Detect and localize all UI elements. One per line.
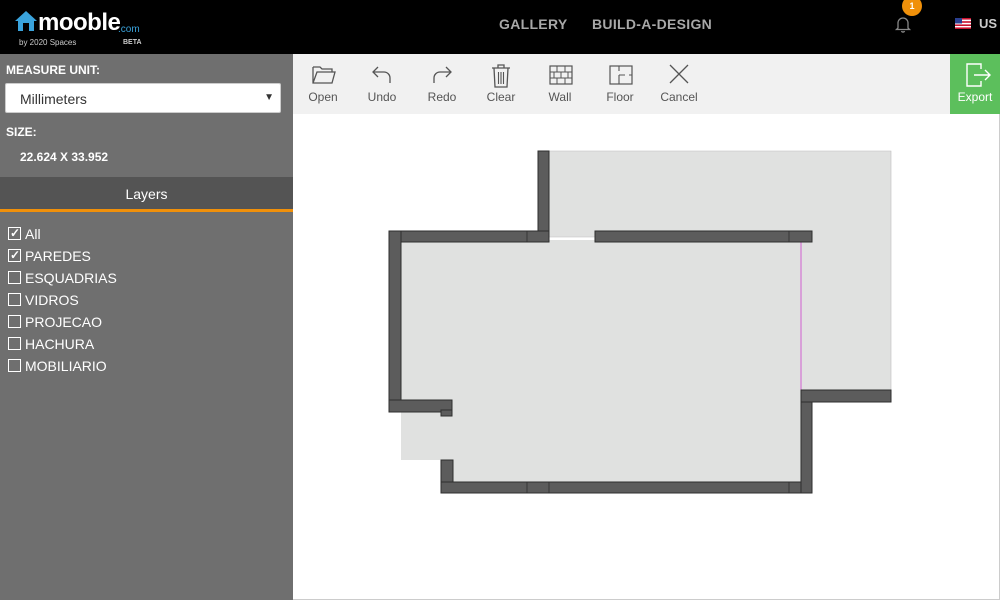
layer-label: HACHURA bbox=[25, 336, 95, 352]
measure-unit-label: MEASURE UNIT: bbox=[6, 63, 101, 77]
floor-label: Floor bbox=[606, 90, 634, 104]
layer-label: VIDROS bbox=[25, 292, 79, 308]
wall-segment bbox=[388, 230, 550, 243]
folder-open-icon bbox=[312, 66, 336, 84]
mooble-logo[interactable]: mooble .com by 2020 Spaces BETA bbox=[14, 9, 154, 50]
logo-word: mooble bbox=[38, 9, 121, 36]
wall-segment bbox=[440, 481, 813, 494]
layer-label: ESQUADRIAS bbox=[25, 270, 117, 286]
size-label: SIZE: bbox=[6, 125, 37, 139]
layer-label: All bbox=[25, 226, 41, 242]
size-value: 22.624 X 33.952 bbox=[20, 150, 109, 164]
chevron-down-icon: ▼ bbox=[264, 92, 274, 103]
floor-regions bbox=[401, 150, 892, 483]
layers-header: Layers bbox=[0, 177, 293, 212]
wall-segment bbox=[800, 389, 892, 403]
nav-build-a-design-link[interactable]: BUILD-A-DESIGN bbox=[592, 16, 712, 32]
undo-icon bbox=[372, 66, 391, 83]
layer-label: PAREDES bbox=[25, 248, 91, 264]
undo-label: Undo bbox=[367, 90, 397, 104]
redo-icon bbox=[433, 66, 452, 83]
measure-unit-value: Millimeters bbox=[20, 91, 87, 107]
toolbar: Open Undo Redo Clear Wall Floor Cancel bbox=[293, 54, 1000, 114]
cancel-label: Cancel bbox=[660, 90, 698, 104]
open-button[interactable]: Open bbox=[295, 54, 351, 114]
wall-segment bbox=[800, 401, 813, 494]
nav-gallery-link[interactable]: GALLERY bbox=[499, 16, 567, 32]
layer-label: PROJECAO bbox=[25, 314, 103, 330]
open-label: Open bbox=[308, 90, 338, 104]
redo-button[interactable]: Redo bbox=[414, 54, 470, 114]
sidebar: MEASURE UNIT: Millimeters ▼ SIZE: 22.624… bbox=[0, 54, 293, 600]
export-icon bbox=[966, 63, 991, 87]
house-logo-icon bbox=[15, 11, 37, 31]
wall-label: Wall bbox=[548, 90, 572, 104]
drawing-canvas[interactable] bbox=[293, 114, 1000, 600]
wall-button[interactable]: Wall bbox=[532, 54, 588, 114]
beta-label: BETA bbox=[123, 39, 142, 46]
us-flag-icon bbox=[955, 18, 971, 29]
measure-unit-select[interactable]: Millimeters ▼ bbox=[5, 83, 281, 113]
cancel-button[interactable]: Cancel bbox=[651, 54, 707, 114]
checkbox[interactable]: ✓ bbox=[8, 226, 21, 240]
floor-region-lower bbox=[441, 412, 801, 482]
checkbox[interactable] bbox=[8, 359, 21, 372]
floor-button[interactable]: Floor bbox=[592, 54, 648, 114]
redo-label: Redo bbox=[427, 90, 457, 104]
wall-segment bbox=[537, 150, 550, 243]
floor-plan[interactable] bbox=[293, 114, 1000, 600]
checkmark-icon: ✓ bbox=[10, 248, 21, 262]
top-bar: mooble .com by 2020 Spaces BETA GALLERY … bbox=[0, 0, 1000, 54]
checkmark-icon: ✓ bbox=[10, 226, 21, 240]
wall-segment bbox=[594, 230, 813, 243]
checkbox[interactable] bbox=[8, 315, 21, 328]
notification-badge: 1 bbox=[902, 0, 922, 16]
clear-button[interactable]: Clear bbox=[473, 54, 529, 114]
bell-icon[interactable] bbox=[893, 14, 913, 34]
layer-label: MOBILIARIO bbox=[25, 358, 107, 374]
layers-title: Layers bbox=[125, 186, 168, 202]
floor-plan-icon bbox=[609, 65, 633, 85]
logo-tagline: by 2020 Spaces bbox=[19, 38, 77, 47]
wall-segment bbox=[388, 230, 402, 412]
language-code: US bbox=[979, 16, 998, 31]
logo-suffix: .com bbox=[118, 24, 140, 35]
undo-button[interactable]: Undo bbox=[354, 54, 410, 114]
export-label: Export bbox=[957, 90, 993, 104]
brick-wall-icon bbox=[549, 65, 573, 85]
close-icon bbox=[669, 64, 689, 84]
checkbox[interactable] bbox=[8, 293, 21, 306]
checkbox[interactable]: ✓ bbox=[8, 248, 21, 262]
checkbox[interactable] bbox=[8, 271, 21, 284]
clear-label: Clear bbox=[486, 90, 516, 104]
export-button[interactable]: Export bbox=[950, 54, 1000, 114]
checkbox[interactable] bbox=[8, 337, 21, 350]
wall-segment bbox=[440, 409, 453, 417]
trash-icon bbox=[492, 64, 510, 88]
